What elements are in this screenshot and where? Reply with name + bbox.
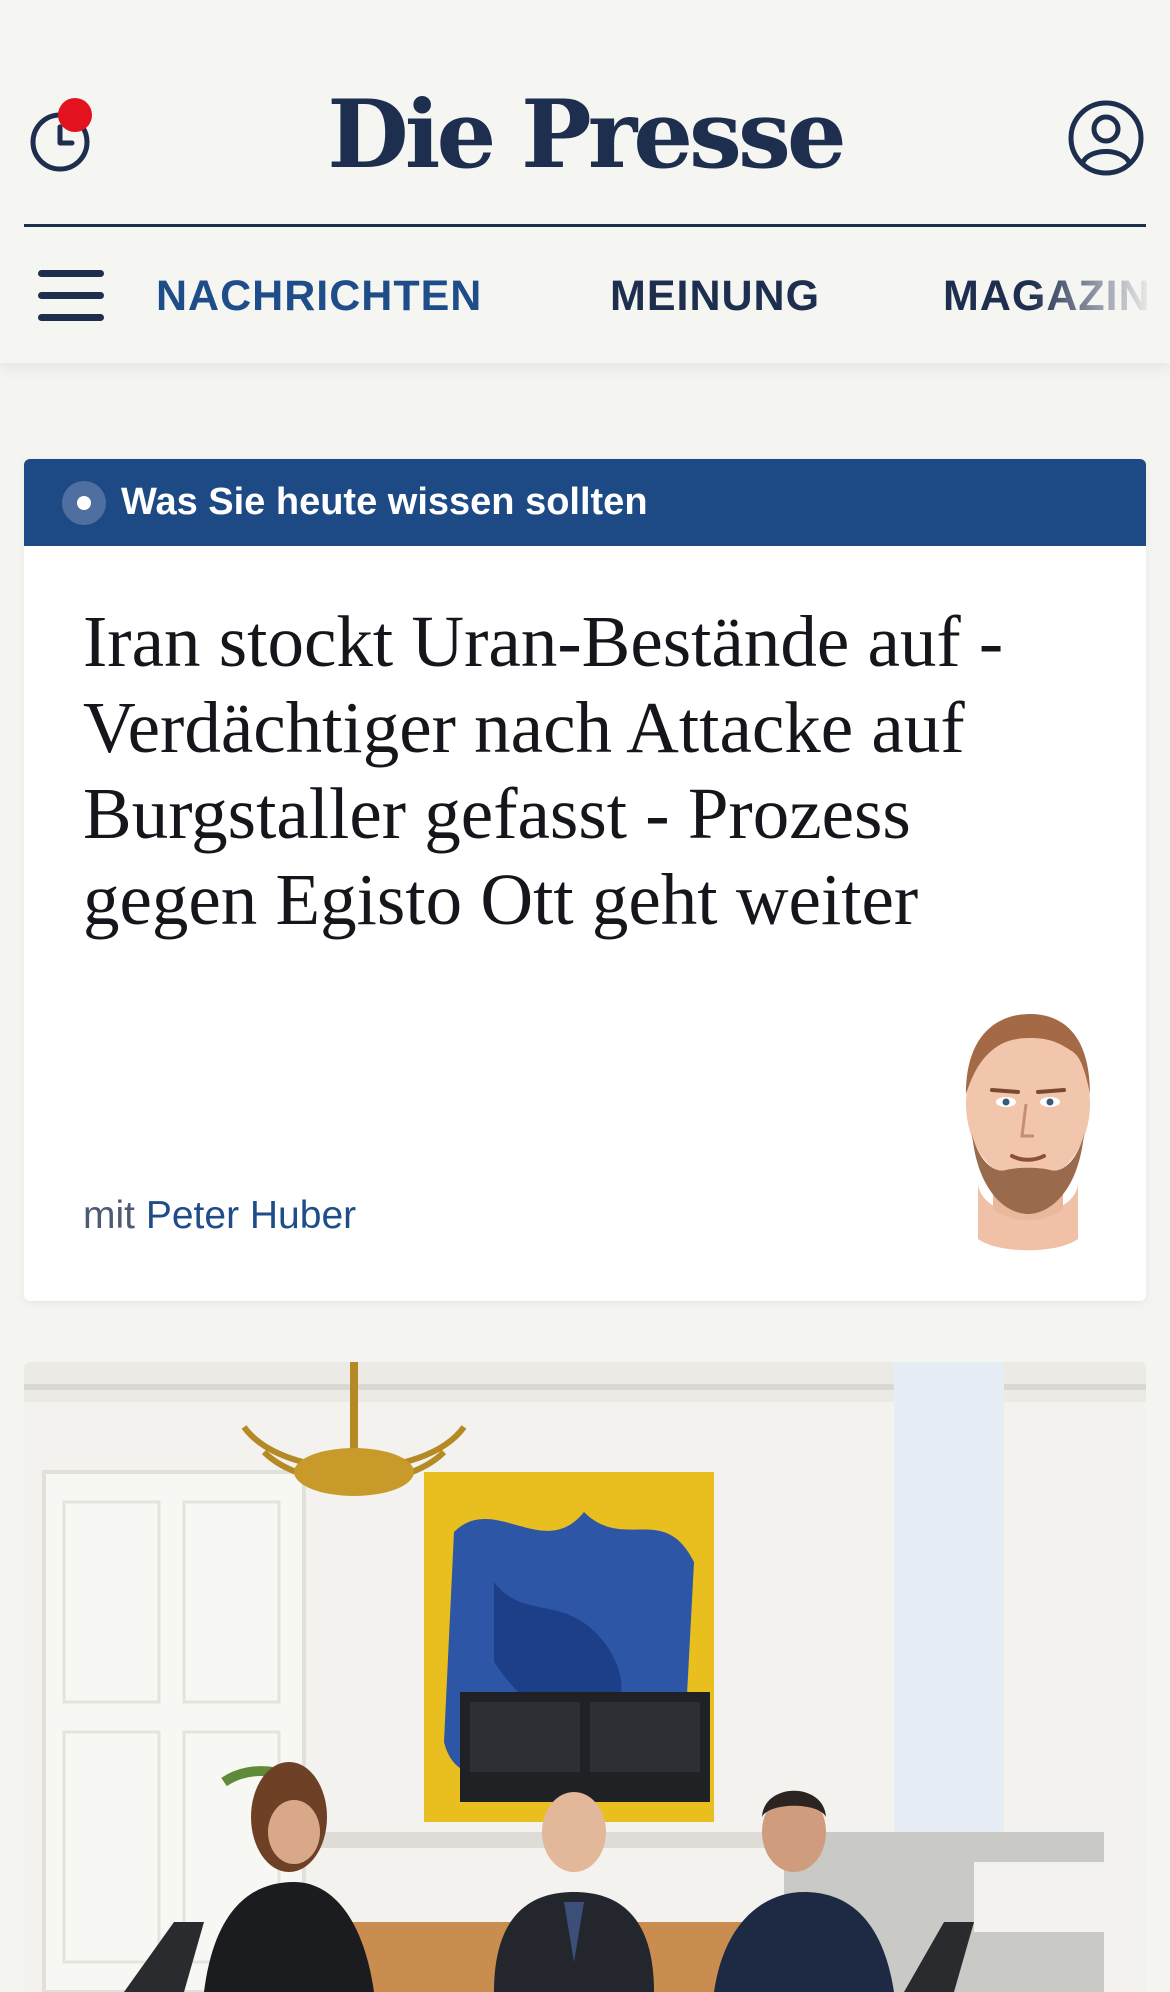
nav-fade-overlay	[1030, 268, 1170, 324]
author-avatar	[938, 984, 1118, 1254]
briefing-label: Was Sie heute wissen sollten	[121, 481, 648, 523]
header-divider	[24, 224, 1146, 227]
site-logo[interactable]: Die Presse	[0, 80, 1170, 190]
user-circle-icon[interactable]	[1066, 98, 1146, 178]
article-photo[interactable]	[24, 1362, 1146, 1992]
briefing-headline[interactable]: Iran stockt Uran-Bestände auf - Verdächt…	[83, 599, 1093, 943]
live-indicator-icon	[62, 481, 106, 525]
site-header: Die Presse NACHRICHTEN MEINUNG MAGAZIN	[0, 0, 1170, 363]
briefing-byline: mit Peter Huber	[83, 1186, 356, 1246]
briefing-band: Was Sie heute wissen sollten	[24, 459, 1146, 546]
hamburger-menu-icon[interactable]	[38, 268, 106, 324]
nav-item-nachrichten[interactable]: NACHRICHTEN	[156, 268, 482, 324]
byline-author[interactable]: Peter Huber	[146, 1194, 356, 1237]
byline-prefix: mit	[83, 1194, 135, 1237]
section-nav: NACHRICHTEN MEINUNG MAGAZIN	[156, 268, 1170, 324]
briefing-card[interactable]: Was Sie heute wissen sollten Iran stockt…	[24, 459, 1146, 1301]
nav-item-meinung[interactable]: MEINUNG	[610, 268, 820, 324]
